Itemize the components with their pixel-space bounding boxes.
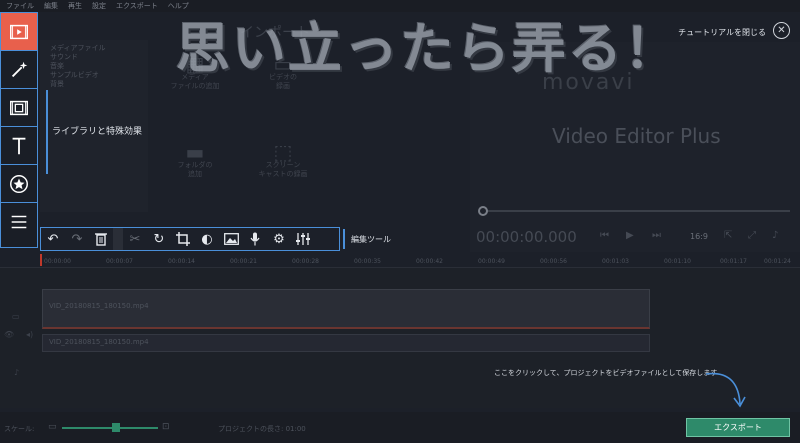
ruler-tick: 00:00:07 xyxy=(106,258,133,265)
timecode-display: 00:00:00.000 xyxy=(476,228,577,246)
image-icon[interactable] xyxy=(219,228,243,250)
screen-capture-tile[interactable]: ⬚ スクリーン キャストの録画 xyxy=(238,140,328,179)
undo-icon[interactable]: ↶ xyxy=(41,228,65,250)
library-list: メディアファイル サウンド 音楽 サンプルビデオ 背景 xyxy=(40,40,148,93)
ruler-tick: 00:00:49 xyxy=(478,258,505,265)
cut-icon[interactable]: ✂ xyxy=(123,228,147,250)
scale-label: スケール: xyxy=(4,425,35,433)
collapse-chevron-icon[interactable]: ‹ xyxy=(136,124,140,135)
menu-settings[interactable]: 設定 xyxy=(92,1,106,11)
speaker-icon[interactable]: ◂) xyxy=(26,330,33,339)
close-tutorial-label[interactable]: チュートリアルを閉じる xyxy=(678,27,766,38)
menu-export[interactable]: エクスポート xyxy=(116,1,158,11)
delete-icon[interactable] xyxy=(89,228,113,250)
gear-icon[interactable]: ⚙ xyxy=(267,228,291,250)
ruler-tick: 00:00:42 xyxy=(416,258,443,265)
ruler-tick: 00:00:21 xyxy=(230,258,257,265)
left-tool-bar xyxy=(0,12,38,248)
library-item[interactable]: サウンド xyxy=(50,53,138,62)
add-folder-tile[interactable]: ▬ フォルダの 追加 xyxy=(150,140,240,179)
text-icon xyxy=(12,137,26,154)
eye-icon[interactable]: 👁 xyxy=(4,330,14,339)
play-icon[interactable]: ▶ xyxy=(626,230,634,241)
library-item[interactable]: 背景 xyxy=(50,80,138,89)
video-track-icon[interactable]: ▭ xyxy=(12,312,20,321)
star-sticker-icon xyxy=(10,174,28,193)
previous-icon[interactable]: ⏮ xyxy=(600,230,609,241)
more-tab-button[interactable] xyxy=(1,203,37,241)
edit-toolbar: ↶ ↷ ✂ ↻ ◐ ⚙ xyxy=(40,227,340,251)
rotate-icon[interactable]: ↻ xyxy=(147,228,171,250)
crop-icon[interactable] xyxy=(171,228,195,250)
close-icon[interactable]: ✕ xyxy=(773,22,790,39)
transitions-tab-button[interactable] xyxy=(1,89,37,127)
stickers-tab-button[interactable] xyxy=(1,165,37,203)
menu-edit[interactable]: 編集 xyxy=(44,1,58,11)
titles-tab-button[interactable] xyxy=(1,127,37,165)
list-icon xyxy=(11,215,27,229)
next-icon[interactable]: ⏭ xyxy=(652,230,661,241)
library-item[interactable]: サンプルビデオ xyxy=(50,71,138,80)
ruler-tick: 00:00:28 xyxy=(292,258,319,265)
ruler-tick: 00:00:14 xyxy=(168,258,195,265)
mic-icon[interactable] xyxy=(243,228,267,250)
equalizer-icon[interactable] xyxy=(291,228,315,250)
filters-tab-button[interactable] xyxy=(1,51,37,89)
video-clip[interactable]: VID_20180815_180150.mp4 xyxy=(42,289,650,329)
zoom-in-icon[interactable]: ⊡ xyxy=(162,422,170,432)
audio-clip[interactable]: VID_20180815_180150.mp4 xyxy=(42,334,650,352)
tile-label: 追加 xyxy=(188,170,202,178)
fullscreen-icon[interactable]: ⤢ xyxy=(748,230,756,241)
folder-icon: ▬ xyxy=(185,140,205,164)
zoom-out-icon[interactable]: ▭ xyxy=(48,422,57,432)
ruler-tick: 00:01:24 xyxy=(764,258,791,265)
tile-label: ファイルの追加 xyxy=(170,82,220,90)
volume-icon[interactable]: ♪ xyxy=(772,230,778,241)
tile-label: フォルダの xyxy=(177,161,213,169)
scale-slider-knob[interactable] xyxy=(112,423,120,432)
audio-track-icon[interactable]: ♪ xyxy=(14,368,19,377)
ruler-tick: 00:00:56 xyxy=(540,258,567,265)
export-hint: ここをクリックして、プロジェクトをビデオファイルとして保存します xyxy=(494,369,718,377)
redo-icon[interactable]: ↷ xyxy=(65,228,89,250)
ruler-tick: 00:00:35 xyxy=(354,258,381,265)
product-name: Video Editor Plus xyxy=(552,124,721,148)
playback-scrubber[interactable] xyxy=(480,210,790,212)
playhead[interactable] xyxy=(40,254,42,266)
edit-tools-label: 編集ツール xyxy=(351,235,391,244)
ruler-tick: 00:01:03 xyxy=(602,258,629,265)
library-item[interactable]: 音楽 xyxy=(50,62,138,71)
bottom-bar: スケール: ▭ ⊡ プロジェクトの長さ: 01:00 xyxy=(0,412,800,443)
ruler-tick: 00:01:10 xyxy=(664,258,691,265)
export-button[interactable]: エクスポート xyxy=(686,418,790,437)
overlay-title: 思い立ったら弄る！ xyxy=(176,17,680,80)
ruler-tick: 00:00:00 xyxy=(44,258,71,265)
tile-label: スクリーン xyxy=(265,161,301,169)
tile-label: キャストの録画 xyxy=(258,170,308,178)
film-import-icon xyxy=(10,24,28,39)
scrubber-knob[interactable] xyxy=(478,206,488,216)
screen-record-icon: ⬚ xyxy=(273,140,293,164)
color-adjust-icon[interactable]: ◐ xyxy=(195,228,219,250)
scale-slider[interactable] xyxy=(62,427,158,429)
track-headers: ▭ 👁 ◂) ♪ xyxy=(0,268,40,408)
transition-icon xyxy=(10,100,28,115)
menu-play[interactable]: 再生 xyxy=(68,1,82,11)
toolbar-separator xyxy=(113,228,123,250)
curved-arrow-icon xyxy=(705,372,746,408)
magic-wand-icon xyxy=(11,61,28,77)
tools-bracket xyxy=(343,229,346,249)
project-length: プロジェクトの長さ: 01:00 xyxy=(218,425,306,433)
timeline-ruler[interactable]: 00:00:00 00:00:07 00:00:14 00:00:21 00:0… xyxy=(0,254,800,268)
detach-icon[interactable]: ⇱ xyxy=(724,230,732,241)
library-item[interactable]: メディアファイル xyxy=(50,44,138,53)
library-effects-label: ライブラリと特殊効果 xyxy=(52,127,143,137)
aspect-ratio-button[interactable]: 16:9 xyxy=(690,232,708,241)
ruler-tick: 00:01:17 xyxy=(720,258,747,265)
menu-file[interactable]: ファイル xyxy=(6,1,34,11)
tile-label: 録画 xyxy=(276,82,290,90)
import-tab-button[interactable] xyxy=(1,13,37,51)
library-bracket xyxy=(46,90,49,174)
